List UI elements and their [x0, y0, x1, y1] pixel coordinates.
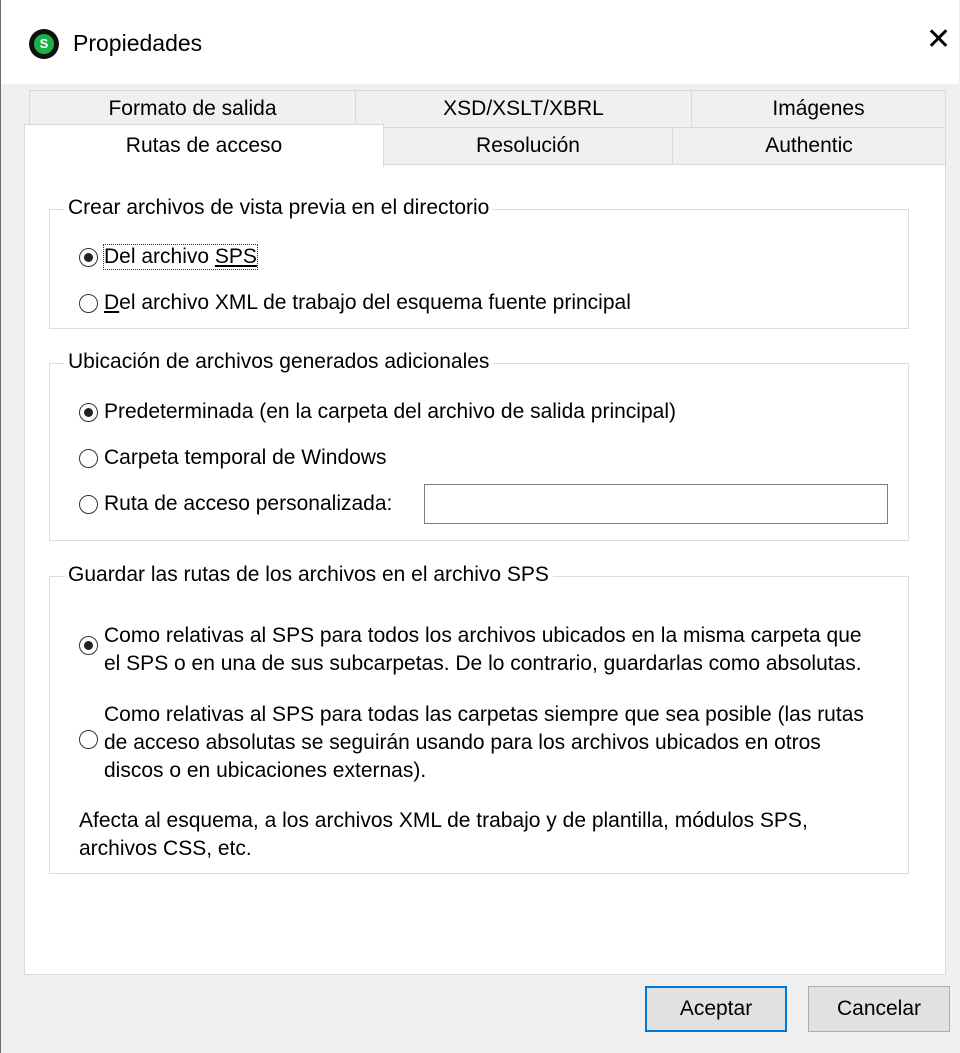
close-icon[interactable]: ✕: [926, 22, 951, 58]
radio-label: Del archivo XML de trabajo del esquema f…: [104, 291, 631, 314]
tab-resolucion[interactable]: Resolución: [383, 127, 673, 165]
tab-label: Resolución: [476, 134, 580, 157]
tab-formato-de-salida[interactable]: Formato de salida: [29, 90, 356, 128]
radio-label: Del archivo SPS: [103, 244, 258, 270]
radio-button[interactable]: [79, 495, 98, 514]
radio-label: Como relativas al SPS para todas las car…: [104, 703, 864, 782]
radio-option-sps-file[interactable]: Del archivo SPS: [79, 244, 258, 270]
group-legend: Ubicación de archivos generados adiciona…: [64, 350, 494, 374]
tab-label: Imágenes: [772, 97, 865, 120]
tab-label: XSD/XSLT/XBRL: [443, 97, 604, 120]
tab-label: Formato de salida: [108, 97, 277, 120]
tab-xsd-xslt-xbrl[interactable]: XSD/XSLT/XBRL: [355, 90, 692, 128]
radio-label: Carpeta temporal de Windows: [104, 446, 387, 469]
cancel-button[interactable]: Cancelar: [808, 986, 950, 1032]
radio-button[interactable]: [79, 730, 98, 749]
radio-option-custom-path[interactable]: Ruta de acceso personalizada:: [79, 492, 392, 516]
custom-path-input[interactable]: [424, 484, 888, 524]
app-icon-letter: S: [34, 34, 54, 54]
radio-option-relative-folders[interactable]: Como relativas al SPS para todas las car…: [79, 701, 864, 785]
radio-option-relative-files[interactable]: Como relativas al SPS para todos los arc…: [79, 622, 862, 678]
tab-label: Authentic: [765, 134, 853, 157]
radio-option-windows-temp[interactable]: Carpeta temporal de Windows: [79, 446, 386, 470]
ok-button[interactable]: Aceptar: [645, 986, 787, 1032]
radio-button[interactable]: [79, 294, 98, 313]
radio-button[interactable]: [79, 449, 98, 468]
window-title: Propiedades: [73, 30, 203, 56]
window-border: [0, 84, 1, 1053]
group-legend: Crear archivos de vista previa en el dir…: [64, 196, 494, 220]
radio-button[interactable]: [79, 248, 98, 267]
radio-button[interactable]: [79, 403, 98, 422]
stylevision-app-icon: S: [29, 29, 59, 59]
radio-label: Ruta de acceso personalizada:: [104, 492, 393, 515]
tab-rutas-de-acceso[interactable]: Rutas de acceso: [24, 124, 384, 167]
paths-note: Afecta al esquema, a los archivos XML de…: [79, 809, 808, 860]
title-bar: S Propiedades ✕: [0, 0, 959, 84]
radio-button[interactable]: [79, 636, 98, 655]
tab-authentic[interactable]: Authentic: [672, 127, 946, 165]
tab-label: Rutas de acceso: [125, 134, 283, 157]
radio-option-xml-working-file[interactable]: Del archivo XML de trabajo del esquema f…: [79, 291, 631, 315]
radio-option-default-location[interactable]: Predeterminada (en la carpeta del archiv…: [79, 400, 676, 424]
radio-label: Como relativas al SPS para todos los arc…: [104, 624, 862, 675]
radio-label: Predeterminada (en la carpeta del archiv…: [104, 400, 676, 423]
group-legend: Guardar las rutas de los archivos en el …: [64, 563, 553, 587]
tab-imagenes[interactable]: Imágenes: [691, 90, 946, 128]
